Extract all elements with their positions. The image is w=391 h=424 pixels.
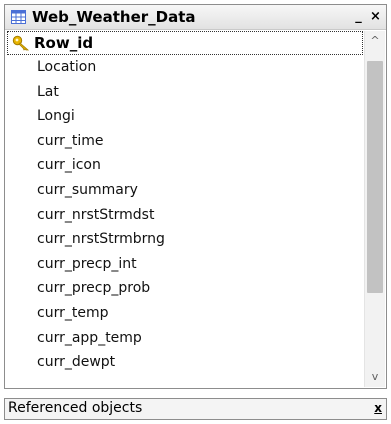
table-window: Web_Weather_Data _ × Row_id Location Lat… bbox=[4, 4, 387, 389]
list-item[interactable]: curr_icon bbox=[7, 153, 367, 178]
minimize-button[interactable]: _ bbox=[351, 9, 366, 24]
table-icon bbox=[11, 10, 26, 24]
list-item[interactable]: Location bbox=[7, 55, 367, 80]
close-button[interactable]: × bbox=[368, 9, 383, 24]
list-item[interactable]: Longi bbox=[7, 104, 367, 129]
key-icon bbox=[12, 35, 30, 51]
list-item[interactable]: Lat bbox=[7, 80, 367, 105]
list-item-primary-key[interactable]: Row_id bbox=[7, 31, 363, 55]
list-item[interactable]: curr_time bbox=[7, 129, 367, 154]
list-item[interactable]: curr_precp_prob bbox=[7, 276, 367, 301]
referenced-objects-label: Referenced objects bbox=[8, 400, 143, 416]
column-list[interactable]: Row_id Location Lat Longi curr_time curr… bbox=[7, 31, 367, 386]
referenced-objects-bar: Referenced objects x bbox=[4, 398, 387, 420]
list-item[interactable]: curr_dewpt bbox=[7, 350, 367, 375]
scroll-thumb[interactable] bbox=[367, 61, 383, 293]
list-item[interactable]: curr_nrstStrmdst bbox=[7, 203, 367, 228]
list-item[interactable]: curr_precp_int bbox=[7, 252, 367, 277]
primary-key-label: Row_id bbox=[34, 34, 94, 52]
list-item[interactable]: curr_summary bbox=[7, 178, 367, 203]
list-item[interactable]: curr_temp bbox=[7, 301, 367, 326]
scroll-up-icon[interactable]: ^ bbox=[365, 31, 385, 51]
list-item[interactable]: curr_app_temp bbox=[7, 326, 367, 351]
list-item[interactable]: curr_nrstStrmbrng bbox=[7, 227, 367, 252]
title-bar[interactable]: Web_Weather_Data _ × bbox=[5, 5, 386, 30]
scroll-down-icon[interactable]: v bbox=[365, 367, 385, 387]
referenced-objects-close-button[interactable]: x bbox=[374, 401, 382, 415]
window-title: Web_Weather_Data bbox=[32, 8, 196, 26]
vertical-scrollbar[interactable]: ^ v bbox=[364, 31, 385, 387]
